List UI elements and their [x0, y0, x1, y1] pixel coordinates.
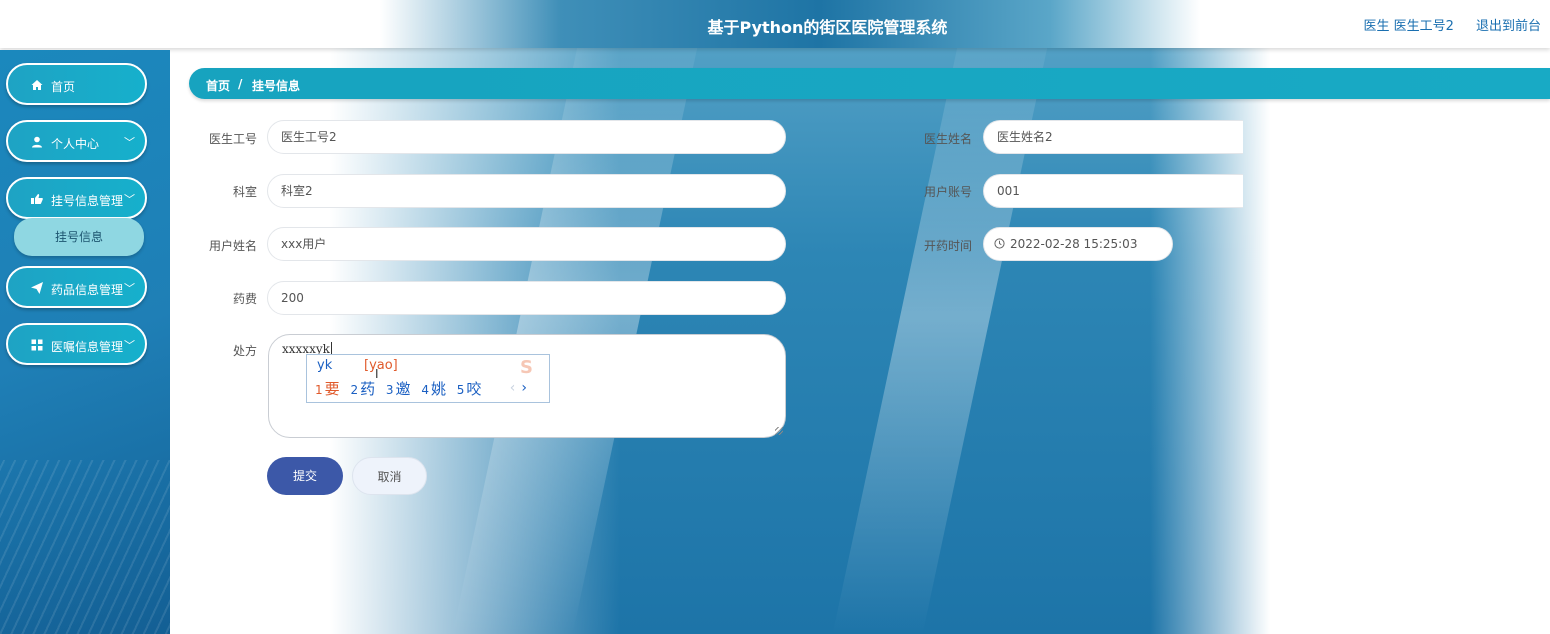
- department-field[interactable]: 科室2: [267, 174, 786, 208]
- time-picker[interactable]: 2022-02-28 15:25:03: [983, 227, 1173, 261]
- watermark: CSDN @QQ123311197: [1358, 607, 1536, 625]
- username-label: 用户姓名: [208, 239, 257, 253]
- chevron-left-icon[interactable]: ‹: [510, 380, 516, 396]
- ime-pinyin: [yao]: [364, 358, 398, 373]
- register-icon: [31, 194, 43, 204]
- submit-button[interactable]: 提交: [267, 457, 343, 495]
- ime-candidate-popup: yk [yao] I S 1要 2药 3邀 4姚 5咬 ‹ ›: [306, 354, 550, 403]
- sidebar-item-label: 个人中心: [51, 137, 100, 151]
- time-value: 2022-02-28 15:25:03: [1010, 237, 1138, 251]
- user-icon: [32, 136, 42, 148]
- sidebar-item-home[interactable]: 首页: [6, 63, 147, 105]
- sidebar: 首页 个人中心 ﹀ 挂号信息管理 ﹀ 挂号信息 药品信息管理 ﹀ 医嘱信息管理 …: [0, 50, 170, 634]
- chevron-down-icon: ﹀: [124, 193, 135, 206]
- chevron-right-icon[interactable]: ›: [521, 380, 527, 396]
- sidebar-item-order-management[interactable]: 医嘱信息管理 ﹀: [6, 323, 147, 365]
- doctor-name-label: 医生姓名: [923, 132, 972, 146]
- account-label: 用户账号: [923, 185, 972, 199]
- sidebar-item-label: 药品信息管理: [51, 283, 124, 297]
- breadcrumb-home[interactable]: 首页: [206, 77, 230, 94]
- sidebar-subitem-registration-info[interactable]: 挂号信息: [14, 218, 144, 256]
- ime-composition: yk: [317, 358, 333, 373]
- fee-field[interactable]: 200: [267, 281, 786, 315]
- page-title: 基于Python的街区医院管理系统: [707, 18, 948, 37]
- resize-handle[interactable]: [775, 427, 783, 435]
- ime-candidates: 1要 2药 3邀 4姚 5咬: [315, 378, 487, 399]
- doctor-no-label: 医生工号: [208, 132, 257, 146]
- doctor-no-field[interactable]: 医生工号2: [267, 120, 786, 154]
- sidebar-item-drug-management[interactable]: 药品信息管理 ﹀: [6, 266, 147, 308]
- home-icon: [31, 80, 43, 90]
- sidebar-item-label: 挂号信息管理: [51, 194, 124, 208]
- top-header: 基于Python的街区医院管理系统 医生 医生工号2 退出到前台: [0, 0, 1550, 48]
- exit-to-front-link[interactable]: 退出到前台: [1476, 19, 1541, 34]
- ime-candidate[interactable]: 2药: [350, 380, 375, 398]
- ime-candidate[interactable]: 4姚: [421, 380, 446, 398]
- sidebar-item-registration-management[interactable]: 挂号信息管理 ﹀: [6, 177, 147, 219]
- ime-candidate[interactable]: 3邀: [386, 380, 411, 398]
- chevron-down-icon: ﹀: [124, 136, 135, 149]
- department-label: 科室: [232, 185, 257, 199]
- cancel-button[interactable]: 取消: [352, 457, 427, 495]
- breadcrumb-current: 挂号信息: [252, 79, 301, 93]
- header-right: 医生 医生工号2 退出到前台: [1363, 15, 1541, 34]
- grid-icon: [31, 339, 43, 351]
- chevron-down-icon: ﹀: [124, 282, 135, 295]
- ime-page-arrows: ‹ ›: [510, 380, 527, 396]
- account-field[interactable]: 001: [983, 174, 1243, 208]
- sidebar-item-label: 首页: [51, 80, 76, 94]
- ime-candidate[interactable]: 5咬: [457, 380, 482, 398]
- fee-label: 药费: [232, 292, 257, 306]
- breadcrumb-separator: /: [238, 77, 243, 91]
- breadcrumb: 首页 / 挂号信息: [189, 68, 1550, 99]
- clock-icon: [994, 238, 1005, 249]
- sidebar-item-personal-center[interactable]: 个人中心 ﹀: [6, 120, 147, 162]
- current-user-label[interactable]: 医生 医生工号2: [1363, 19, 1453, 34]
- doctor-name-field[interactable]: 医生姓名2: [983, 120, 1243, 154]
- chevron-down-icon: ﹀: [124, 339, 135, 352]
- time-label: 开药时间: [923, 239, 972, 253]
- ime-candidate[interactable]: 1要: [315, 380, 340, 398]
- sidebar-item-label: 医嘱信息管理: [51, 340, 124, 354]
- prescription-label: 处方: [232, 344, 257, 358]
- send-icon: [31, 282, 43, 294]
- username-field[interactable]: xxx用户: [267, 227, 786, 261]
- ime-logo-icon: S: [520, 357, 533, 378]
